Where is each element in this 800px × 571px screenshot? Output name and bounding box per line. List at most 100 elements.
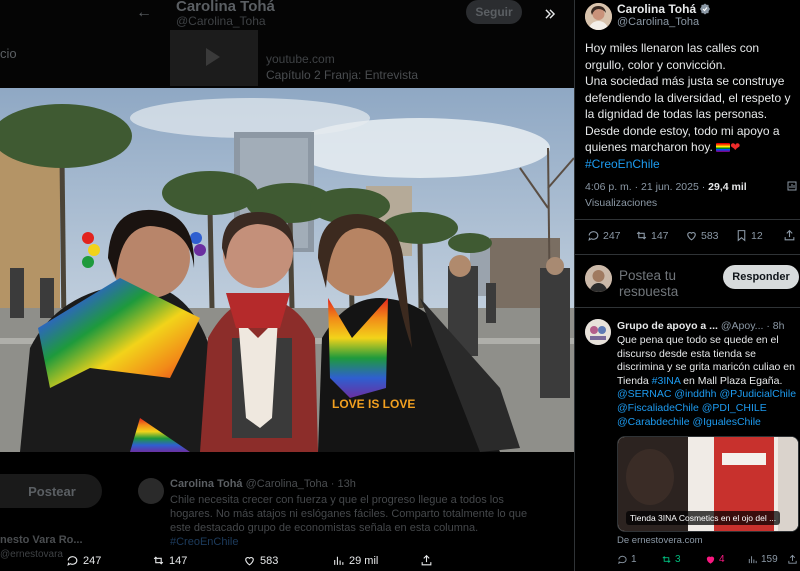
repost-icon (662, 556, 671, 563)
background-post-button: Postear (0, 474, 102, 508)
share-icon (421, 554, 432, 566)
author-avatar-image (585, 3, 612, 30)
media-reply-button[interactable]: 247 (66, 554, 101, 567)
bookmark-button[interactable]: 12 (735, 229, 763, 242)
rainbow-flag-icon (716, 143, 731, 152)
red-heart-icon: ❤ (730, 140, 741, 154)
background-tweet-body: Chile necesita crecer con fuerza y que e… (170, 494, 528, 534)
background-author-handle: @Carolina_Toha (176, 14, 266, 28)
reply-icon (618, 555, 627, 565)
double-chevron-right-icon (545, 9, 556, 19)
post-views-count: 29,4 mil (708, 181, 747, 193)
reply-count: 247 (603, 229, 621, 242)
repost-count: 147 (651, 229, 669, 242)
reply-repost-button[interactable]: 3 (661, 554, 681, 565)
views-icon (334, 556, 344, 565)
photo-illustration: LOVE IS LOVE (0, 88, 574, 452)
reply-icon (67, 556, 78, 566)
heart-filled-icon (706, 556, 715, 564)
background-tweet-author: Carolina Tohá (170, 478, 243, 490)
post-time[interactable]: 4:06 p. m. · 21 jun. 2025 · (585, 181, 708, 193)
background-link-title: Capítulo 2 Franja: Entrevista (266, 68, 419, 82)
reply-author-handle[interactable]: @Apoy... (721, 320, 764, 332)
background-link-domain: youtube.com (266, 52, 335, 66)
link-preview-source[interactable]: De ernestovera.com (617, 535, 703, 546)
reply-mentions[interactable]: @SERNAC @inddhh @PJudicialChile @Fiscali… (617, 388, 796, 427)
post-photo[interactable]: LOVE IS LOVE (0, 88, 574, 452)
background-tweet-header: Carolina Tohá @Carolina_Toha · 13h (170, 478, 356, 490)
background-side-label: cio (0, 46, 17, 61)
background-tweet-avatar (138, 478, 164, 504)
reply-author-name[interactable]: Grupo de apoyo a ... (617, 320, 718, 332)
author-handle[interactable]: @Carolina_Toha (617, 16, 699, 28)
heart-icon (687, 232, 696, 241)
like-count: 583 (701, 229, 719, 242)
share-icon (788, 554, 797, 564)
media-repost-count: 147 (169, 554, 188, 567)
share-button[interactable] (783, 229, 796, 242)
current-user-avatar (585, 265, 612, 292)
author-avatar[interactable] (585, 3, 612, 30)
svg-text:LOVE IS LOVE: LOVE IS LOVE (332, 397, 415, 411)
background-tweet-handle: @Carolina_Toha · 13h (245, 478, 356, 490)
post-text: Hoy miles llenaron las calles con orgull… (585, 40, 799, 172)
post-analytics-icon[interactable] (786, 180, 798, 192)
reply-reply-count: 1 (631, 554, 637, 565)
views-icon (748, 556, 757, 564)
reply-reply-button[interactable]: 1 (617, 554, 637, 565)
post-meta: 4:06 p. m. · 21 jun. 2025 · 29,4 mil (585, 181, 747, 193)
play-icon (206, 48, 220, 66)
reply-submit-button[interactable]: Responder (723, 265, 799, 289)
post-actions: 247 147 583 12 (575, 227, 800, 247)
back-arrow-icon: ← (136, 4, 152, 21)
repost-button[interactable]: 147 (635, 229, 669, 242)
reply-hashtag[interactable]: #3INA (652, 375, 681, 387)
background-author-name: Carolina Tohá (176, 0, 275, 15)
post-text-line-1: Hoy miles llenaron las calles con orgull… (585, 41, 760, 72)
current-user-avatar-image (585, 265, 612, 292)
reply-author-avatar[interactable] (585, 319, 611, 345)
reply-header: Grupo de apoyo a ... @Apoy... · 8h (617, 320, 799, 332)
media-share-button[interactable] (420, 554, 433, 567)
reply-share-button[interactable] (787, 554, 798, 565)
reply-input[interactable]: Postea tu respuesta (619, 268, 717, 296)
post-text-line-2: Una sociedad más justa se construye defe… (585, 74, 791, 121)
reply-views-button[interactable]: 159 (747, 554, 778, 565)
media-repost-button[interactable]: 147 (152, 554, 187, 567)
post-text-line-3: Desde donde estoy, todo mi apoyo a quien… (585, 123, 799, 156)
reply-button[interactable]: 247 (587, 229, 621, 242)
media-views-count: 29 mil (349, 554, 379, 567)
link-preview-caption: Tienda 3INA Cosmetics en el ojo del ... (626, 511, 781, 525)
post-views-label: Visualizaciones (585, 197, 658, 209)
like-button[interactable]: 583 (685, 229, 719, 242)
post-hashtag[interactable]: #CreoEnChile (585, 157, 660, 171)
divider-top (575, 219, 800, 220)
post-detail-panel: Carolina Tohá @Carolina_Toha Hoy miles l… (574, 0, 800, 571)
repost-icon (636, 231, 647, 240)
divider-composer (575, 307, 800, 308)
reply-repost-count: 3 (675, 554, 681, 565)
background-tweet-hashtag: #CreoEnChile (170, 536, 239, 548)
reply-text-mid: en Mall Plaza Egaña. (680, 374, 783, 387)
background-follow-button: Seguir (466, 0, 522, 24)
reply-time[interactable]: · 8h (766, 320, 784, 332)
media-reply-count: 247 (83, 554, 102, 567)
reply-like-button[interactable]: 4 (705, 554, 725, 565)
background-tweet-text: Chile necesita crecer con fuerza y que e… (170, 493, 530, 549)
divider-actions (575, 254, 800, 255)
collapse-panel-button[interactable] (536, 2, 564, 26)
link-preview-card[interactable]: Tienda 3INA Cosmetics en el ojo del ... (617, 436, 799, 532)
repost-icon (153, 556, 164, 565)
author-name-text: Carolina Tohá (617, 2, 697, 16)
media-like-button[interactable]: 583 (243, 554, 278, 567)
reply-text: Que pena que todo se quede en el discurs… (617, 334, 799, 429)
bookmark-icon (737, 230, 746, 242)
author-name[interactable]: Carolina Tohá (617, 2, 711, 16)
reply-views-count: 159 (761, 554, 778, 565)
media-like-count: 583 (260, 554, 279, 567)
reply-like-count: 4 (719, 554, 725, 565)
media-views-button[interactable]: 29 mil (332, 554, 378, 567)
reply-author-avatar-image (585, 319, 611, 345)
background-sidebar-user: nesto Vara Ro... (0, 534, 83, 546)
media-action-bar: 247 147 583 29 mil (0, 552, 574, 571)
